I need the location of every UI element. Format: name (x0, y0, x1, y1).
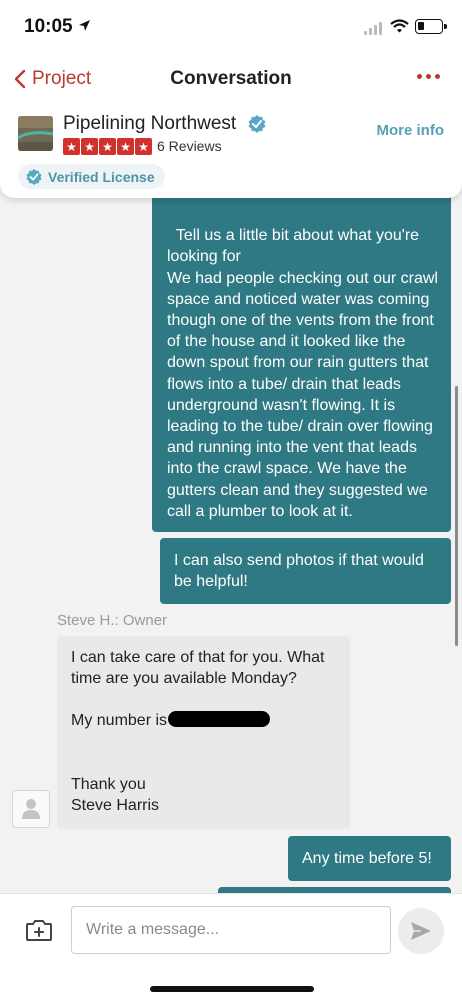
scrollbar[interactable] (455, 386, 458, 646)
star-icon: ★ (99, 138, 116, 155)
send-button[interactable] (398, 908, 444, 954)
ellipsis-icon (417, 74, 422, 79)
message-text: I can also send photos if that would be … (174, 552, 424, 591)
redacted-phone-number (168, 711, 271, 728)
status-bar: 10:05 (0, 0, 462, 56)
person-icon (22, 799, 40, 819)
message-bubble-outgoing[interactable]: I can also send photos if that would be … (160, 538, 451, 604)
message-text: Any time before 5! (302, 850, 432, 867)
add-photo-button[interactable] (25, 918, 53, 947)
business-name[interactable]: Pipelining Northwest (63, 113, 236, 135)
back-label: Project (32, 68, 92, 89)
message-composer (0, 893, 462, 1000)
license-label: Verified License (48, 168, 155, 185)
star-icon: ★ (135, 138, 152, 155)
message-bubble-outgoing[interactable]: Tell us a little bit about what you're l… (152, 192, 451, 532)
star-icon: ★ (63, 138, 80, 155)
more-options-button[interactable] (417, 74, 440, 79)
verified-check-icon (248, 115, 266, 138)
message-text: Tell us a little bit about what you're l… (167, 227, 438, 520)
message-text: Steve Harris (71, 796, 160, 814)
message-text: I can take care of that for you. What ti… (71, 649, 325, 688)
more-info-link[interactable]: More info (377, 122, 445, 139)
send-icon (411, 922, 431, 940)
status-time: 10:05 (24, 16, 73, 37)
message-text: Thank you (71, 775, 146, 793)
home-indicator (150, 986, 314, 992)
location-arrow-icon (78, 19, 91, 37)
message-bubble-outgoing[interactable]: Any time before 5! (288, 836, 451, 881)
message-text: My number is (71, 712, 168, 730)
business-avatar (18, 116, 53, 151)
star-icon: ★ (117, 138, 134, 155)
verified-shield-icon (26, 168, 42, 185)
message-input[interactable] (71, 906, 391, 954)
star-rating: ★ ★ ★ ★ ★ (63, 138, 152, 155)
sender-avatar[interactable] (12, 790, 50, 828)
conversation-header: Project Conversation Pipelining Northwes… (0, 56, 462, 198)
reviews-link[interactable]: 6 Reviews (157, 138, 222, 154)
sender-label: Steve H.: Owner (57, 612, 168, 629)
chevron-left-icon (14, 69, 26, 89)
verified-license-badge[interactable]: Verified License (18, 164, 165, 189)
message-bubble-incoming[interactable]: I can take care of that for you. What ti… (57, 636, 350, 829)
wifi-icon (390, 19, 409, 38)
star-icon: ★ (81, 138, 98, 155)
back-button[interactable]: Project (14, 68, 91, 90)
camera-plus-icon (26, 920, 52, 941)
battery-icon (415, 19, 447, 34)
cellular-signal-icon (364, 22, 382, 35)
